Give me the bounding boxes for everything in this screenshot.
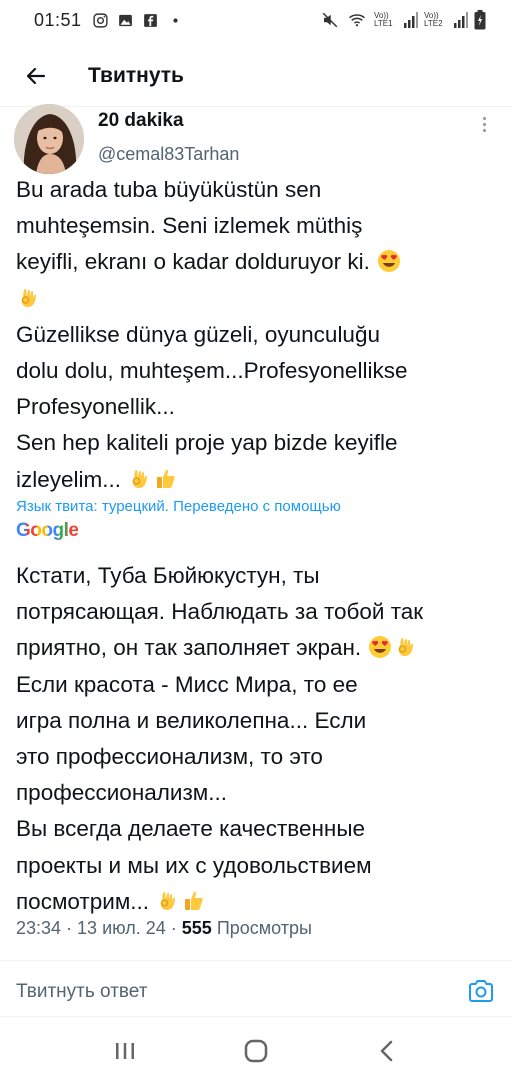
translated-line: Если красота - Мисс Мира, то ее bbox=[16, 671, 358, 697]
camera-icon bbox=[469, 980, 493, 1002]
recent-apps-button[interactable] bbox=[105, 1031, 145, 1071]
author-name[interactable]: 20 dakika bbox=[98, 110, 184, 132]
translated-line: приятно, он так заполняет экран. bbox=[16, 635, 362, 661]
divider bbox=[0, 106, 512, 107]
signal-bars-2-icon bbox=[454, 12, 468, 28]
author-handle[interactable]: @cemal83Tarhan bbox=[98, 144, 239, 165]
home-icon bbox=[244, 1039, 268, 1063]
gallery-icon bbox=[118, 14, 132, 26]
camera-button[interactable] bbox=[466, 976, 496, 1006]
google-logo-text: Google bbox=[16, 520, 79, 541]
translated-line: посмотрим... bbox=[16, 888, 150, 914]
divider bbox=[0, 1016, 512, 1017]
top-app-bar: Твитнуть bbox=[0, 48, 512, 104]
translated-line: игра полна и великолепна... Если bbox=[16, 707, 367, 733]
tweet-line: dolu dolu, muhteşem...Profesyonellikse bbox=[16, 358, 408, 384]
tweet-line: keyifli, ekranı o kadar dolduruyor ki. bbox=[16, 249, 370, 275]
thumbs-up-emoji-icon bbox=[185, 891, 203, 910]
views-label[interactable]: Просмотры bbox=[217, 918, 312, 938]
signal-label-2: Vo)) LTE2 bbox=[424, 11, 443, 28]
signal-label-1: Vo)) LTE1 bbox=[374, 11, 393, 28]
tweet-line: Bu arada tuba büyüküstün sen bbox=[16, 177, 322, 202]
translated-text: Кстати, Туба Бюйюкустун, ты потрясающая.… bbox=[16, 558, 512, 920]
status-bar: 01:51 Vo)) LTE1 Vo)) LTE2 bbox=[0, 0, 512, 40]
tweet-line: Güzellikse dünya güzeli, oyunculuğu bbox=[16, 321, 380, 347]
more-options-button[interactable] bbox=[474, 112, 494, 136]
wifi-icon bbox=[348, 14, 366, 27]
heart-eyes-emoji-icon bbox=[369, 636, 392, 659]
tweet-line: Profesyonellik... bbox=[16, 394, 175, 420]
notification-dot-icon bbox=[172, 17, 178, 23]
ok-hand-emoji-icon bbox=[133, 469, 148, 488]
tweet-line: muhteşemsin. Seni izlemek müthiş bbox=[16, 213, 363, 239]
ok-hand-emoji-icon bbox=[399, 638, 414, 657]
home-button[interactable] bbox=[236, 1031, 276, 1071]
avatar[interactable] bbox=[14, 104, 84, 174]
recent-apps-icon bbox=[116, 1043, 135, 1059]
tweet-line: izleyelim... bbox=[16, 466, 122, 492]
google-logo: Google bbox=[16, 520, 79, 542]
tweet-time: 23:34 bbox=[16, 918, 62, 938]
back-nav-button[interactable] bbox=[367, 1031, 407, 1071]
tweet-date: 13 июл. 24 bbox=[77, 918, 166, 938]
instagram-icon bbox=[92, 12, 108, 28]
ok-hand-emoji-icon bbox=[21, 288, 37, 307]
tweet-text: Bu arada tuba büyüküstün sen muhteşemsin… bbox=[16, 172, 504, 498]
back-button[interactable] bbox=[16, 56, 56, 96]
translated-line: Вы всегда делаете качественные bbox=[16, 816, 366, 842]
battery-icon bbox=[474, 10, 486, 30]
page-title: Твитнуть bbox=[88, 64, 184, 87]
translated-line: потрясающая. Наблюдать за тобой так bbox=[16, 599, 424, 625]
ok-hand-emoji-icon bbox=[161, 891, 176, 910]
translated-line: это профессионализм, то это bbox=[16, 744, 323, 770]
reply-input[interactable]: Твитнуть ответ bbox=[16, 972, 436, 1012]
divider bbox=[0, 960, 512, 961]
heart-eyes-emoji-icon bbox=[378, 250, 401, 273]
translation-note[interactable]: Язык твита: турецкий. Переведено с помощ… bbox=[16, 498, 341, 515]
avatar-image bbox=[14, 104, 84, 174]
status-time: 01:51 bbox=[34, 9, 82, 30]
thumbs-up-emoji-icon bbox=[157, 469, 175, 488]
chevron-left-icon bbox=[380, 1040, 392, 1062]
signal-bars-1-icon bbox=[404, 12, 418, 28]
tweet-line: Sen hep kaliteli proje yap bizde keyifle bbox=[16, 430, 398, 456]
facebook-icon bbox=[143, 13, 157, 27]
arrow-left-icon bbox=[26, 67, 46, 85]
system-navigation-bar bbox=[0, 1022, 512, 1080]
mute-icon bbox=[322, 12, 338, 28]
translated-line: профессионализм... bbox=[16, 780, 227, 806]
tweet-meta: 23:34 · 13 июл. 24 · 555 Просмотры bbox=[16, 918, 312, 938]
more-vertical-icon bbox=[482, 116, 486, 120]
views-count[interactable]: 555 bbox=[182, 918, 212, 938]
translated-line: Кстати, Туба Бюйюкустун, ты bbox=[16, 563, 320, 588]
translated-line: проекты и мы их с удовольствием bbox=[16, 852, 372, 878]
